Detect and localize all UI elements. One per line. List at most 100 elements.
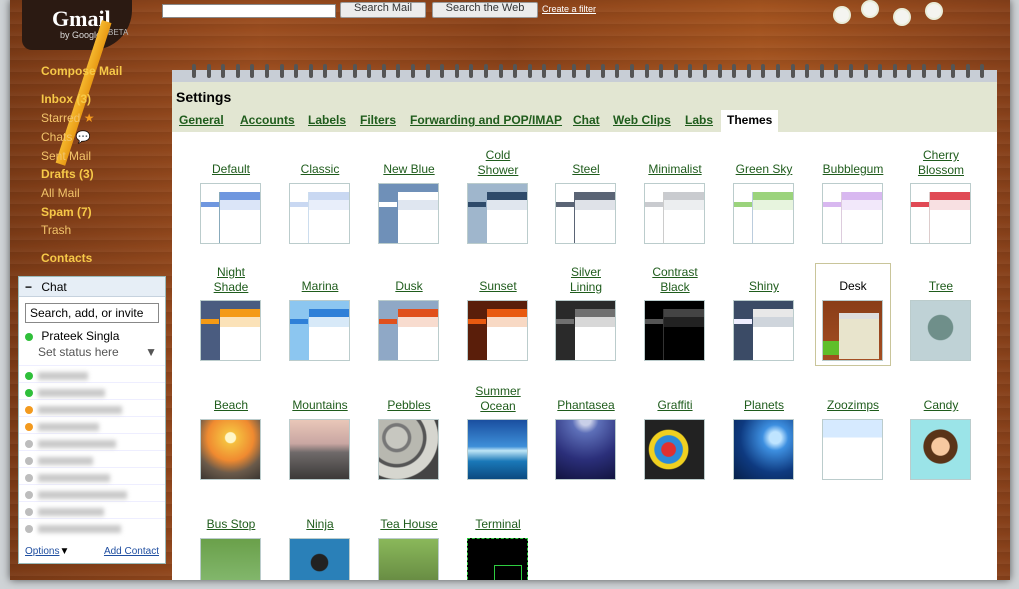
contacts-link[interactable]: Contacts xyxy=(41,251,92,265)
theme-label[interactable]: Bubblegum xyxy=(809,162,897,177)
theme-thumbnail[interactable] xyxy=(289,300,350,361)
tab-general[interactable]: General xyxy=(179,113,224,127)
chat-search-input[interactable]: Search, add, or invite xyxy=(25,303,159,323)
chat-contact[interactable] xyxy=(19,399,165,416)
theme-thumbnail[interactable] xyxy=(822,419,883,480)
theme-label[interactable]: New Blue xyxy=(365,162,453,177)
theme-thumbnail[interactable] xyxy=(200,183,261,244)
theme-thumbnail[interactable] xyxy=(467,300,528,361)
theme-label[interactable]: Terminal xyxy=(454,517,542,532)
tab-webclips[interactable]: Web Clips xyxy=(613,113,671,127)
theme-thumbnail[interactable] xyxy=(555,419,616,480)
theme-thumbnail[interactable] xyxy=(467,183,528,244)
theme-label[interactable]: Candy xyxy=(897,398,985,413)
sent-link[interactable]: Sent Mail xyxy=(41,149,91,163)
theme-label[interactable]: Classic xyxy=(276,162,364,177)
theme-label[interactable]: Ninja xyxy=(276,517,364,532)
spam-link[interactable]: Spam (7) xyxy=(41,205,92,219)
theme-thumbnail[interactable] xyxy=(378,300,439,361)
theme-thumbnail[interactable] xyxy=(378,538,439,580)
theme-thumbnail[interactable] xyxy=(733,300,794,361)
theme-label[interactable]: Beach xyxy=(187,398,275,413)
search-mail-button[interactable]: Search Mail xyxy=(340,2,426,18)
theme-thumbnail[interactable] xyxy=(555,300,616,361)
theme-label[interactable]: Default xyxy=(187,162,275,177)
theme-label[interactable]: Silver Lining xyxy=(542,265,630,295)
drafts-link[interactable]: Drafts (3) xyxy=(41,167,94,181)
trash-link[interactable]: Trash xyxy=(41,223,71,237)
tab-forwarding[interactable]: Forwarding and POP/IMAP xyxy=(410,113,562,127)
chat-contact[interactable] xyxy=(19,433,165,450)
theme-thumbnail[interactable] xyxy=(200,538,261,580)
theme-label[interactable]: Steel xyxy=(542,162,630,177)
theme-thumbnail[interactable] xyxy=(467,419,528,480)
theme-label[interactable]: Cold Shower xyxy=(454,148,542,178)
theme-thumbnail[interactable] xyxy=(289,183,350,244)
theme-label[interactable]: Tree xyxy=(897,279,985,294)
theme-thumbnail[interactable] xyxy=(644,419,705,480)
theme-label[interactable]: Planets xyxy=(720,398,808,413)
chats-link[interactable]: Chats 💬 xyxy=(41,130,91,144)
chat-contact[interactable] xyxy=(19,518,165,535)
starred-link[interactable]: Starred ★ xyxy=(41,111,94,125)
theme-label[interactable]: Summer Ocean xyxy=(454,384,542,414)
theme-label[interactable]: Bus Stop xyxy=(187,517,275,532)
theme-label[interactable]: Phantasea xyxy=(542,398,630,413)
theme-thumbnail[interactable] xyxy=(822,300,883,361)
tab-accounts[interactable]: Accounts xyxy=(240,113,295,127)
chat-contact[interactable] xyxy=(19,484,165,501)
theme-label[interactable]: Zoozimps xyxy=(809,398,897,413)
theme-label[interactable]: Sunset xyxy=(454,279,542,294)
theme-label[interactable]: Cherry Blossom xyxy=(897,148,985,178)
tab-labels[interactable]: Labels xyxy=(308,113,346,127)
theme-label[interactable]: Desk xyxy=(809,279,897,294)
theme-label[interactable]: Tea House xyxy=(365,517,453,532)
theme-label[interactable]: Shiny xyxy=(720,279,808,294)
theme-label[interactable]: Graffiti xyxy=(631,398,719,413)
search-input[interactable] xyxy=(162,4,336,18)
theme-label[interactable]: Mountains xyxy=(276,398,364,413)
chat-contact[interactable] xyxy=(19,416,165,433)
chat-options-link[interactable]: Options xyxy=(25,546,59,557)
tab-labs[interactable]: Labs xyxy=(685,113,713,127)
theme-thumbnail[interactable] xyxy=(644,300,705,361)
search-web-button[interactable]: Search the Web xyxy=(432,2,538,18)
theme-label[interactable]: Marina xyxy=(276,279,364,294)
gmail-logo[interactable]: Gmail by Google BETA xyxy=(22,0,132,50)
theme-thumbnail[interactable] xyxy=(733,183,794,244)
chat-contact[interactable] xyxy=(19,382,165,399)
theme-thumbnail[interactable] xyxy=(289,538,350,580)
collapse-icon[interactable]: − xyxy=(25,280,32,294)
theme-thumbnail[interactable] xyxy=(910,183,971,244)
chat-header[interactable]: − Chat xyxy=(19,277,165,297)
tab-chat[interactable]: Chat xyxy=(573,113,600,127)
status-selector[interactable]: Set status here ▼ xyxy=(19,345,165,359)
theme-thumbnail[interactable] xyxy=(910,419,971,480)
tab-filters[interactable]: Filters xyxy=(360,113,396,127)
theme-label[interactable]: Minimalist xyxy=(631,162,719,177)
theme-thumbnail[interactable] xyxy=(644,183,705,244)
theme-thumbnail[interactable] xyxy=(378,419,439,480)
chat-contact[interactable] xyxy=(19,365,165,382)
theme-thumbnail[interactable] xyxy=(467,538,528,580)
theme-label[interactable]: Dusk xyxy=(365,279,453,294)
theme-label[interactable]: Night Shade xyxy=(187,265,275,295)
inbox-link[interactable]: Inbox (3) xyxy=(41,92,91,106)
theme-thumbnail[interactable] xyxy=(910,300,971,361)
theme-thumbnail[interactable] xyxy=(555,183,616,244)
theme-thumbnail[interactable] xyxy=(200,419,261,480)
all-mail-link[interactable]: All Mail xyxy=(41,186,80,200)
chat-contact[interactable] xyxy=(19,467,165,484)
compose-link[interactable]: Compose Mail xyxy=(41,64,122,78)
theme-thumbnail[interactable] xyxy=(378,183,439,244)
theme-thumbnail[interactable] xyxy=(200,300,261,361)
theme-label[interactable]: Pebbles xyxy=(365,398,453,413)
theme-thumbnail[interactable] xyxy=(289,419,350,480)
theme-label[interactable]: Green Sky xyxy=(720,162,808,177)
create-filter-link[interactable]: Create a filter xyxy=(542,4,596,14)
chat-contact[interactable] xyxy=(19,450,165,467)
add-contact-link[interactable]: Add Contact xyxy=(104,546,159,557)
theme-thumbnail[interactable] xyxy=(733,419,794,480)
theme-label[interactable]: Contrast Black xyxy=(631,265,719,295)
chat-contact[interactable] xyxy=(19,501,165,518)
